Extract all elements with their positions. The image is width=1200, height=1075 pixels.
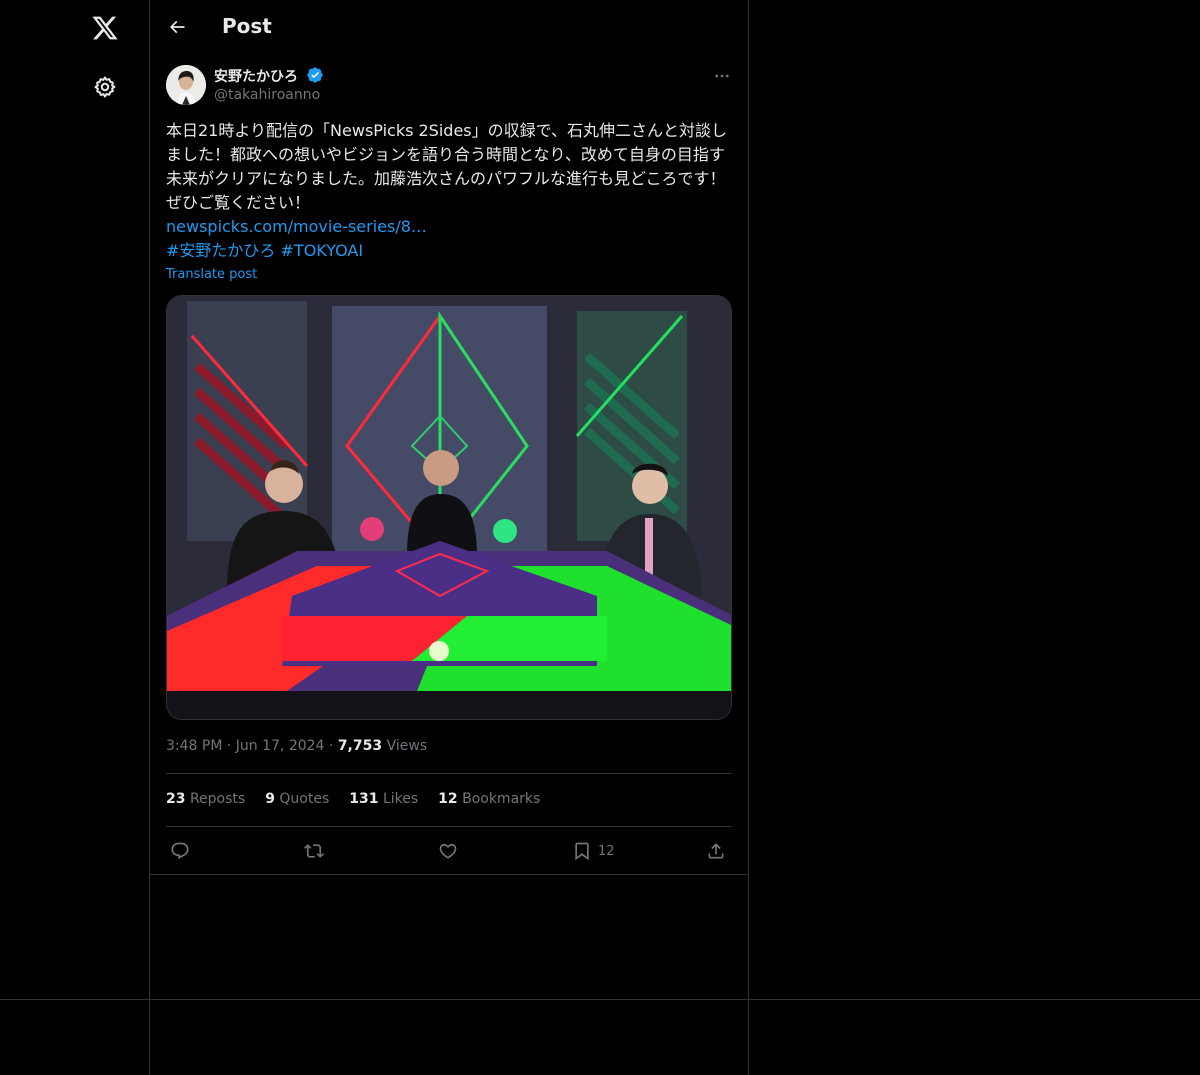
share-icon[interactable] <box>706 838 726 864</box>
post-text: 本日21時より配信の「NewsPicks 2Sides」の収録で、石丸伸二さんと… <box>166 121 727 212</box>
hashtags: #安野たかひろ #TOKYOAI <box>166 239 363 263</box>
quotes-stat[interactable]: 9 Quotes <box>265 791 329 807</box>
divider <box>166 773 732 774</box>
post-header: Post <box>150 0 748 54</box>
post-image[interactable] <box>166 295 732 720</box>
heart-icon[interactable] <box>438 838 458 864</box>
page-title: Post <box>222 14 272 38</box>
more-horizontal-icon[interactable] <box>710 64 734 88</box>
reposts-stat[interactable]: 23 Reposts <box>166 791 245 807</box>
avatar[interactable] <box>166 65 206 105</box>
hashtag-link[interactable]: #安野たかひろ <box>166 241 275 260</box>
action-bar: 12 <box>166 834 732 868</box>
views-label: Views <box>386 738 428 754</box>
translate-post-link[interactable]: Translate post <box>166 267 257 282</box>
bookmarks-stat[interactable]: 12 Bookmarks <box>438 791 540 807</box>
separator-dot: · <box>328 738 338 754</box>
author-name[interactable]: 安野たかひろ <box>214 66 298 86</box>
left-navigation <box>0 0 150 1075</box>
x-logo-icon[interactable] <box>85 8 125 48</box>
bookmark-count: 12 <box>598 843 615 859</box>
post-metadata: 3:48 PM · Jun 17, 2024 · 7,753 Views <box>166 738 427 754</box>
divider <box>166 826 732 827</box>
repost-icon[interactable] <box>304 838 324 864</box>
verified-badge-icon <box>306 66 324 84</box>
likes-stat[interactable]: 131 Likes <box>349 791 418 807</box>
divider <box>0 999 1200 1000</box>
hashtag-link[interactable]: #TOKYOAI <box>281 241 364 260</box>
gear-icon[interactable] <box>85 67 125 107</box>
post-time[interactable]: 3:48 PM <box>166 738 222 754</box>
post-link[interactable]: newspicks.com/movie-series/8… <box>166 215 427 239</box>
bookmark-icon[interactable]: 12 <box>572 838 615 864</box>
author-handle[interactable]: @takahiroanno <box>214 87 320 103</box>
engagement-stats: 23 Reposts 9 Quotes 131 Likes 12 Bookmar… <box>166 791 540 807</box>
views-count: 7,753 <box>337 738 383 754</box>
divider <box>150 874 748 875</box>
separator-dot: · <box>226 738 236 754</box>
post-column: Post 安野たかひろ @takahiroanno 本日21時より配信の「New… <box>150 0 749 1075</box>
post-date[interactable]: Jun 17, 2024 <box>236 738 325 754</box>
arrow-left-icon[interactable] <box>160 10 194 44</box>
reply-icon[interactable] <box>170 838 190 864</box>
